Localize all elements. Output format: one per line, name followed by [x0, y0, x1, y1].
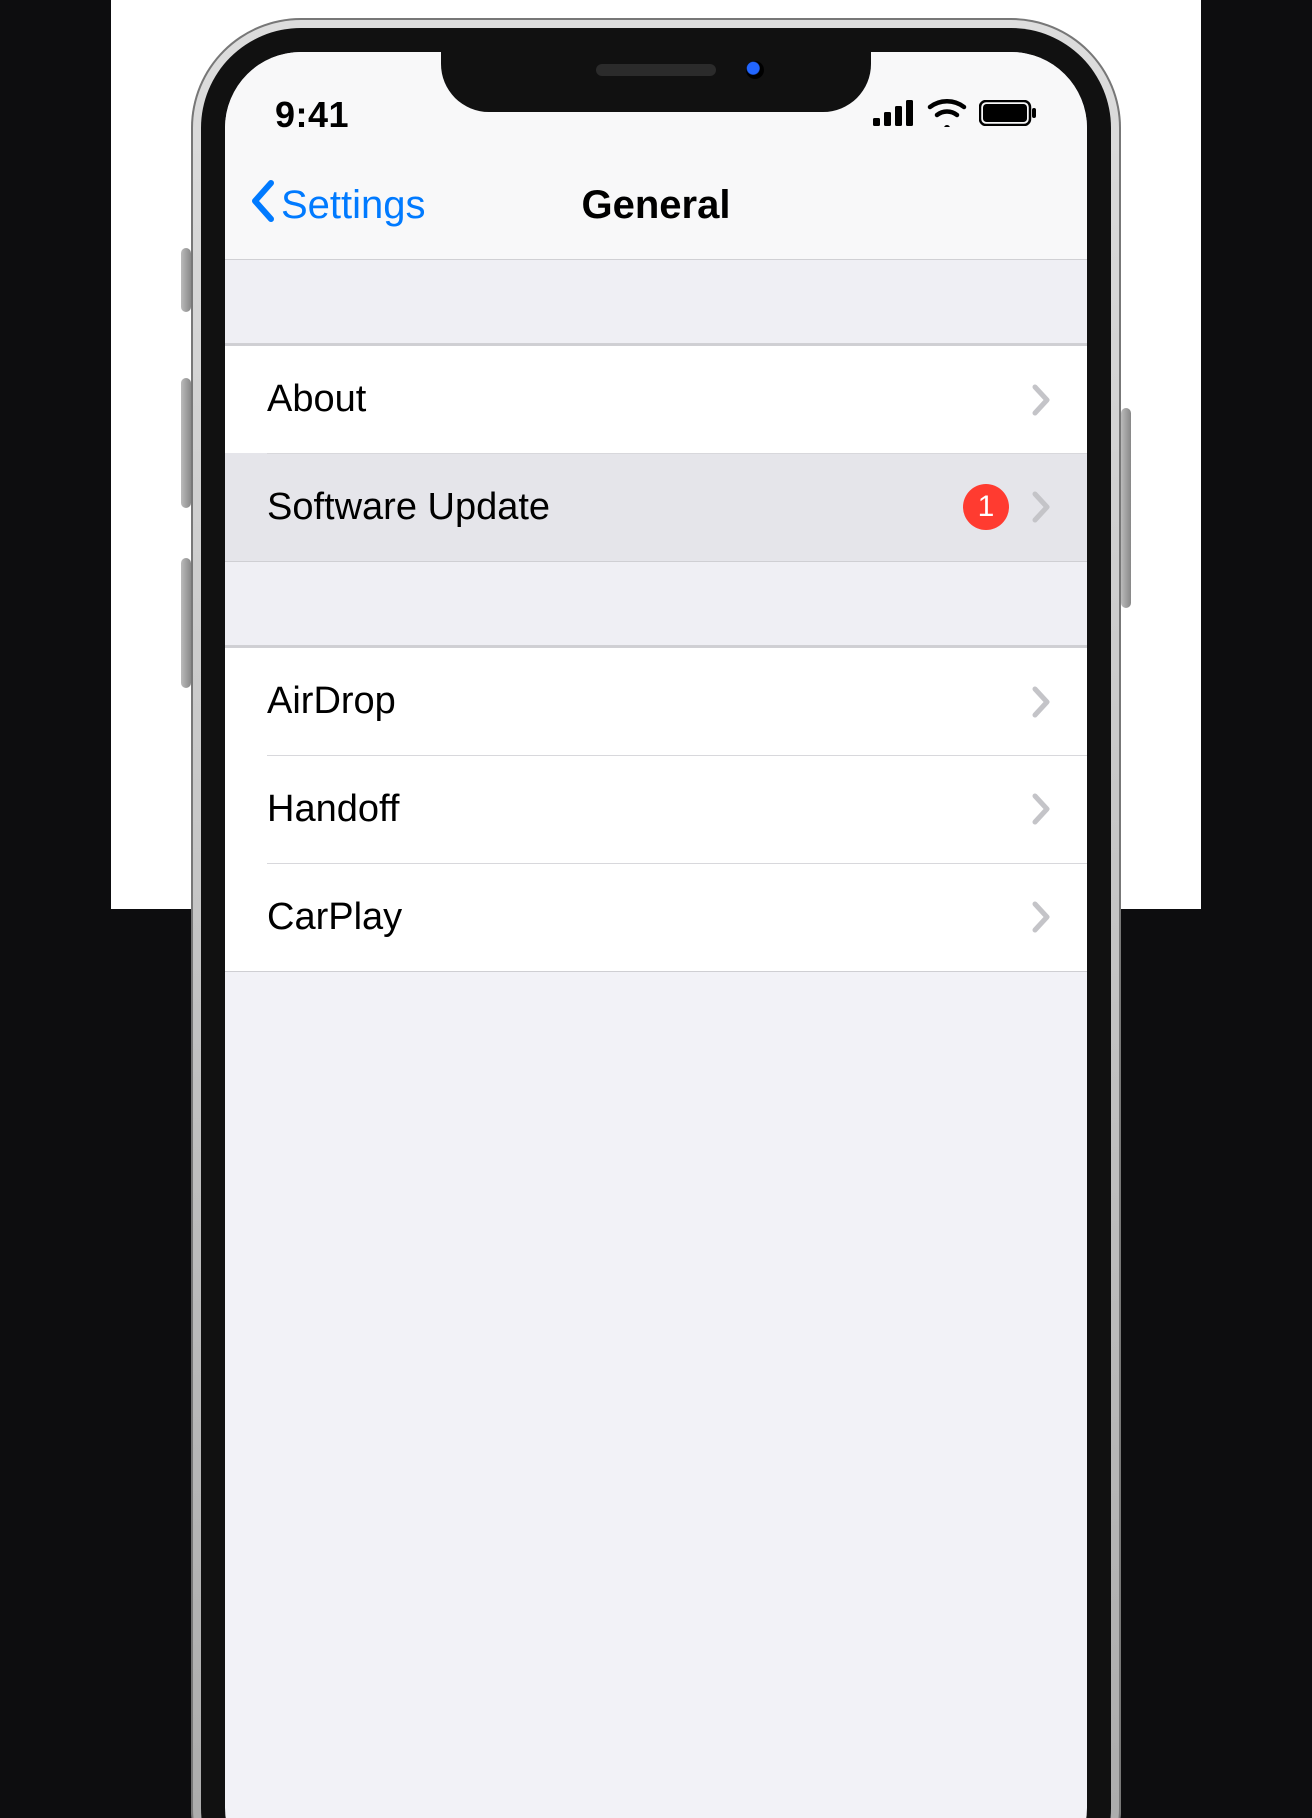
- row-handoff[interactable]: Handoff: [225, 755, 1087, 863]
- row-label: CarPlay: [267, 896, 1031, 939]
- back-label: Settings: [281, 183, 426, 228]
- row-label: About: [267, 378, 1031, 421]
- row-software-update[interactable]: Software Update 1: [225, 453, 1087, 561]
- chevron-right-icon: [1031, 383, 1051, 417]
- settings-group: About Software Update 1: [225, 344, 1087, 562]
- status-time: 9:41: [275, 94, 349, 136]
- row-carplay[interactable]: CarPlay: [225, 863, 1087, 971]
- page-title: General: [582, 183, 731, 228]
- volume-down-button: [181, 558, 191, 688]
- notification-badge: 1: [963, 484, 1009, 530]
- side-button: [1121, 408, 1131, 608]
- volume-up-button: [181, 378, 191, 508]
- chevron-right-icon: [1031, 490, 1051, 524]
- row-about[interactable]: About: [225, 345, 1087, 453]
- chevron-right-icon: [1031, 792, 1051, 826]
- navigation-bar: Settings General: [225, 152, 1087, 260]
- phone-frame: 9:41: [191, 18, 1121, 1818]
- row-label: AirDrop: [267, 680, 1031, 723]
- notch: [441, 28, 871, 112]
- speaker-grille: [596, 64, 716, 76]
- row-label: Software Update: [267, 486, 963, 529]
- chevron-right-icon: [1031, 900, 1051, 934]
- front-camera: [746, 61, 764, 79]
- chevron-right-icon: [1031, 685, 1051, 719]
- back-button[interactable]: Settings: [249, 179, 426, 233]
- settings-group: AirDrop Handoff CarPlay: [225, 646, 1087, 972]
- mute-switch: [181, 248, 191, 312]
- cellular-icon: [873, 100, 915, 131]
- chevron-left-icon: [249, 179, 277, 233]
- row-airdrop[interactable]: AirDrop: [225, 647, 1087, 755]
- group-spacer: [225, 260, 1087, 344]
- screen: 9:41: [225, 52, 1087, 1818]
- group-spacer: [225, 562, 1087, 646]
- photo-background: 9:41: [111, 0, 1201, 909]
- row-label: Handoff: [267, 788, 1031, 831]
- battery-icon: [979, 100, 1037, 131]
- wifi-icon: [927, 99, 967, 132]
- settings-list[interactable]: About Software Update 1: [225, 260, 1087, 972]
